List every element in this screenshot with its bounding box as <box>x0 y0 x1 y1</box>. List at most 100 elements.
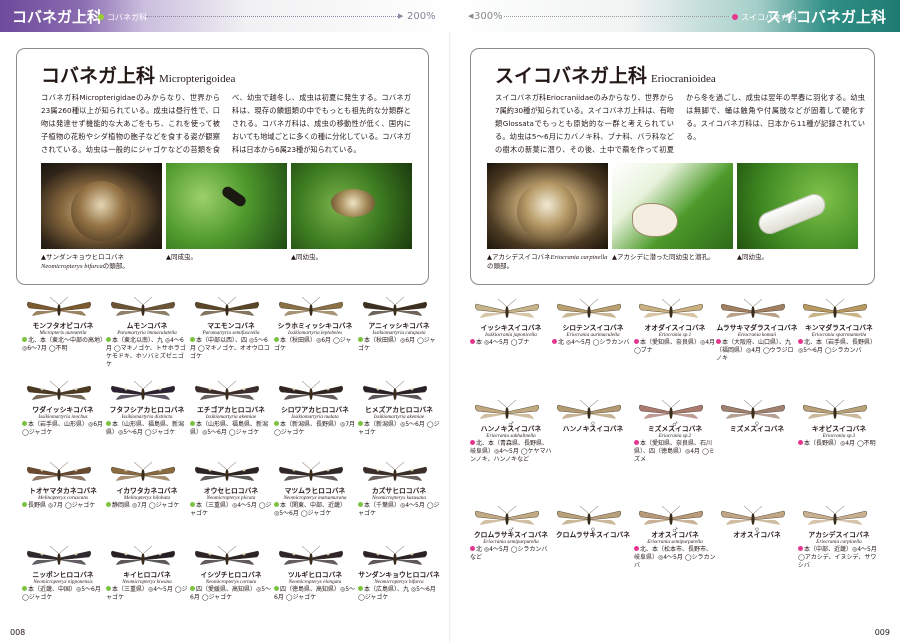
moth-specimen-image <box>279 296 343 316</box>
moth-specimen-image <box>195 296 259 316</box>
distribution-text: 北 ◎4〜5月 ◯シラカンバなど <box>470 545 548 561</box>
right-intro-title: スイコバネガ上科 Eriocranioidea <box>495 65 716 87</box>
family-dot-icon <box>98 14 104 20</box>
right-scale-label: 300% <box>474 11 503 22</box>
left-scale-label: 200% <box>407 11 436 22</box>
specimen-entry: ワダイッシキコバネ Issikiomartyria inochus 本（岩手県、山形… <box>22 380 104 437</box>
moth-specimen-image <box>557 298 621 318</box>
page-gutter <box>449 32 451 643</box>
moth-specimen-image <box>721 298 785 318</box>
specimen-entry: ♂ ミズメスイコバネ Eriocrania sp.2 本（愛知県、奈良県、石川県）、四… <box>634 399 716 464</box>
moth-specimen-image <box>111 545 175 565</box>
distribution-text: 四（愛媛県、高知県）◎5〜6月 ◯ジャゴケ <box>190 585 272 601</box>
moth-specimen-image <box>363 545 427 565</box>
specimen-entry: カズサヒロコバネ Neomicropteryx kazusana 本（千葉県）◎4〜… <box>358 461 440 518</box>
moth-specimen-image <box>111 380 175 400</box>
species-name: カズサヒロコバネ <box>371 487 427 495</box>
distribution-text: 本（秋田県）◎6月 ◯ジャゴケ <box>358 336 436 352</box>
species-name: キオビスイコバネ <box>811 425 867 433</box>
region-dot-icon <box>22 336 27 342</box>
moth-specimen-image <box>111 296 175 316</box>
moth-head-photo <box>41 163 162 249</box>
species-name: トオヤマタカネコバネ <box>29 487 97 495</box>
moth-specimen-image <box>803 399 867 419</box>
region-dot-icon <box>22 420 27 426</box>
distribution-text: 本（愛知県、奈良県）◎4月 ◯ブナ <box>634 338 716 354</box>
specimen-entry: マツムラヒロコバネ Neomicropteryx matsumurana 本（関東、… <box>274 461 356 518</box>
region-dot-icon <box>470 439 475 445</box>
region-dot-icon <box>22 501 27 507</box>
moth-specimen-image <box>111 461 175 481</box>
region-dot-icon <box>798 338 803 344</box>
photo-caption: ▲同成虫。 <box>166 253 197 261</box>
region-dot-icon <box>358 420 363 426</box>
region-dot-icon <box>106 420 111 426</box>
moth-specimen-image <box>721 399 785 419</box>
species-name: イシヅチヒロコバネ <box>200 571 262 579</box>
distribution-text: 本（三重県）◎4〜5月 ◯ジャゴケ <box>106 585 188 601</box>
left-intro-title: コバネガ上科 Micropterigoidea <box>41 65 236 87</box>
species-name: ムラサキマダラスイコバネ <box>716 324 798 332</box>
specimen-entry: フタフシアカヒロコバネ Issikiomartyria distincta 本（山形… <box>106 380 188 437</box>
distribution-text: 本 ◎4〜5月 ◯ブナ <box>470 338 552 347</box>
region-dot-icon <box>358 501 363 507</box>
moth-specimen-image <box>363 296 427 316</box>
species-name: ヒメズアカヒロコバネ <box>365 406 433 414</box>
specimen-entry: ♀ オオスイコバネ <box>716 505 798 539</box>
species-name: ツルギヒロコバネ <box>287 571 343 579</box>
specimen-entry: ♀ ハンノキスイコバネ <box>552 399 634 433</box>
species-name: フタフシアカヒロコバネ <box>109 406 185 414</box>
species-name: エチゴアカヒロコバネ <box>197 406 265 414</box>
moth-specimen-image <box>363 380 427 400</box>
species-name: ハンノキスイコバネ <box>562 425 624 433</box>
species-name: ムモンコバネ <box>126 322 168 330</box>
specimen-entry: イシヅチヒロコバネ Neomicropteryx cornuta 四（愛媛県、高知県… <box>190 545 272 602</box>
species-name: イッシキスイコバネ <box>480 324 542 332</box>
region-dot-icon <box>634 338 639 344</box>
region-dot-icon <box>190 336 195 342</box>
distribution-text: 北、本（東北〜中部の高地）◎6〜7月 ◯不明 <box>22 336 104 352</box>
species-name: ミズメスイコバネ <box>647 425 703 433</box>
specimen-entry: オオダイスイコバネ Eriocrania sp.1 本（愛知県、奈良県）◎4月 ◯ブ… <box>634 298 716 355</box>
species-name: マエモンコバネ <box>207 322 255 330</box>
distribution-text: 北、本（青森県、長野県、岐阜県）◎4〜5月 ◯ケヤマハンノキ、ハンノキなど <box>470 439 552 463</box>
distribution-text: 北 ◎4〜5月 ◯シラカンバ <box>552 338 634 347</box>
family-dot-icon <box>732 14 738 20</box>
distribution-text: 本（愛知県、奈良県、石川県）、四（徳島県）◎4月 ◯ミズメ <box>634 439 715 463</box>
moth-specimen-image <box>195 380 259 400</box>
distribution-text: 本（新潟県）◎5〜6月 ◯ジャゴケ <box>358 420 440 436</box>
specimen-entry: キンマダラスイコバネ Eriocrania sparrmannella 北、本（岩手… <box>798 298 880 355</box>
leaf-mine-photo <box>612 163 733 249</box>
region-dot-icon <box>470 545 475 551</box>
distribution-text: 本（東北以南）、九 ◎4〜6月 ◯マキノゴケ、トサホラゴケモドキ、ホソバミズゼニ… <box>106 336 186 368</box>
moth-specimen-image <box>803 505 867 525</box>
region-dot-icon <box>22 585 27 591</box>
moth-specimen-image <box>195 461 259 481</box>
species-name: シロテンスイコバネ <box>562 324 624 332</box>
page-number-left: 008 <box>10 628 26 637</box>
distribution-text: 本（千葉県）◎4〜5月 ◯ジャゴケ <box>358 501 440 517</box>
specimen-entry: ニッポンヒロコバネ Neomicropteryx nipponensis 本（近畿、… <box>22 545 104 602</box>
right-page-header: ◀ 300% スイコバネガ科 スイコバネガ上科 <box>450 0 900 32</box>
species-name: ハンノキスイコバネ <box>480 425 542 433</box>
species-name: キンマダラスイコバネ <box>805 324 873 332</box>
left-page-header: コバネガ上科 コバネガ科 ▶ 200% <box>0 0 450 32</box>
moth-specimen-image <box>557 505 621 525</box>
distribution-text: 北、本（岩手県、長野県）◎5〜6月 ◯シラカンバ <box>798 338 877 354</box>
region-dot-icon <box>106 585 111 591</box>
region-dot-icon <box>274 585 279 591</box>
distribution-text: 本（山形県、福島県、新潟県）◎5〜6月 ◯ジャゴケ <box>106 420 185 436</box>
region-dot-icon <box>552 338 557 344</box>
region-dot-icon <box>106 336 111 342</box>
moth-specimen-image <box>27 461 91 481</box>
page-number-right: 009 <box>874 628 890 637</box>
distribution-text: 四（徳島県、高知県）◎5〜6月 ◯ジャゴケ <box>274 585 356 601</box>
specimen-entry: アカシデスイコバネ Eriocrania carpinella 本（中部、近畿）◎4… <box>798 505 880 570</box>
header-divider <box>504 16 729 17</box>
larva-on-moss-photo <box>291 163 412 249</box>
specimen-entry: トオヤマタカネコバネ Melinopteryx coruscans 長野県 ◎7月 … <box>22 461 104 510</box>
specimen-entry: キイヒロコバネ Neomicropteryx kiwana 本（三重県）◎4〜5月 … <box>106 545 188 602</box>
moth-specimen-image <box>27 545 91 565</box>
distribution-text: 本（中部、近畿）◎4〜5月 ◯アカシデ、イヌシデ、サワシバ <box>798 545 877 569</box>
distribution-text: 本（山形県、福島県、新潟県）◎5〜6月 ◯ジャゴケ <box>190 420 269 436</box>
